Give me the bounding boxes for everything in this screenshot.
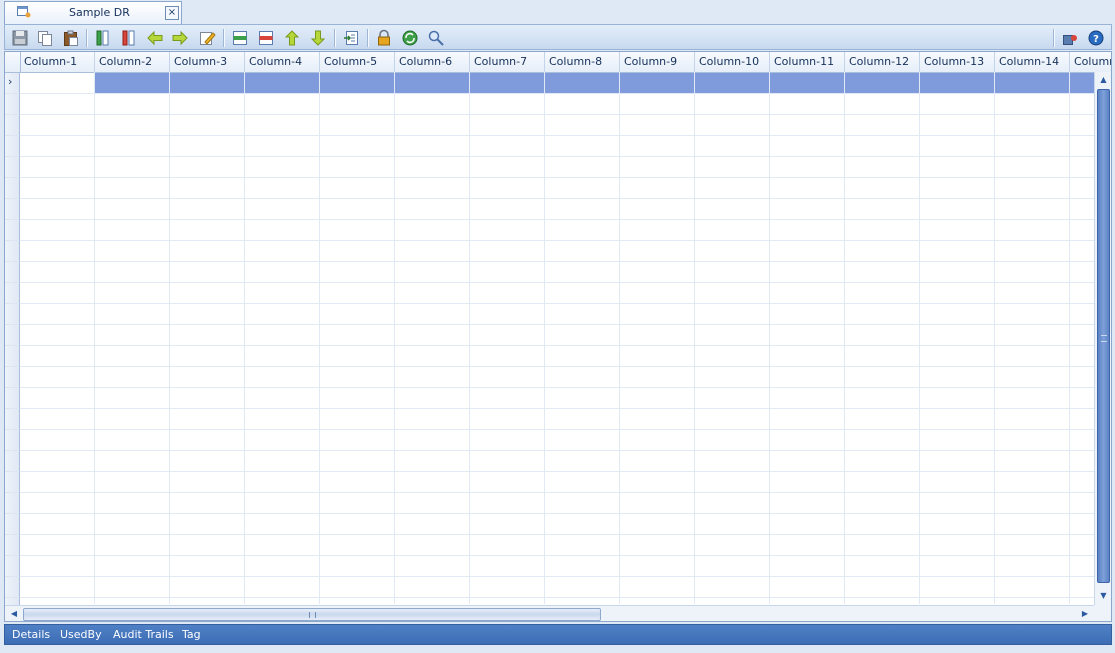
row-indicator[interactable] [5, 178, 20, 199]
bottom-tab[interactable]: Audit Trails [113, 628, 174, 641]
move-left-icon[interactable] [146, 29, 164, 47]
column-header[interactable]: Column-14 [995, 52, 1070, 72]
horizontal-scroll-thumb[interactable] [23, 608, 601, 621]
scroll-down-icon[interactable]: ▼ [1097, 589, 1110, 603]
column-header[interactable]: Column-15 [1070, 52, 1111, 72]
column-header-row: Column-1 Column-2 Column-3 Column-4 Column-5… [5, 52, 1111, 73]
column-header[interactable]: Column-1 [20, 52, 95, 72]
row-indicator[interactable] [5, 577, 20, 598]
row-indicator[interactable] [5, 136, 20, 157]
bottom-tab[interactable]: Tag [182, 628, 201, 641]
edit-icon[interactable] [198, 29, 216, 47]
scroll-right-icon[interactable]: ▶ [1078, 607, 1092, 621]
scroll-corner [1094, 605, 1111, 621]
horizontal-scrollbar[interactable]: ◀ ▶ [5, 605, 1094, 621]
move-right-icon[interactable] [171, 29, 189, 47]
row-indicator[interactable] [5, 199, 20, 220]
lock-icon[interactable] [375, 29, 393, 47]
vertical-scrollbar[interactable]: ▲ ▼ [1094, 72, 1111, 605]
current-row-arrow-icon: › [8, 75, 13, 88]
help-icon[interactable]: ? [1087, 29, 1105, 47]
column-header[interactable]: Column-3 [170, 52, 245, 72]
column-header[interactable]: Column-6 [395, 52, 470, 72]
row-indicator[interactable] [5, 514, 20, 535]
svg-text:?: ? [1093, 34, 1099, 45]
delete-column-icon[interactable] [120, 29, 138, 47]
row-indicator[interactable] [5, 346, 20, 367]
row-indicator[interactable] [5, 220, 20, 241]
row-indicator[interactable] [5, 556, 20, 577]
copy-icon[interactable] [36, 29, 54, 47]
row-indicator[interactable] [5, 388, 20, 409]
save-icon[interactable] [11, 29, 29, 47]
row-indicator[interactable] [5, 325, 20, 346]
row-indicator[interactable] [5, 115, 20, 136]
move-up-icon[interactable] [283, 29, 301, 47]
row-indicator[interactable] [5, 493, 20, 514]
column-header[interactable]: Column-12 [845, 52, 920, 72]
vertical-scroll-thumb[interactable] [1097, 89, 1110, 583]
bottom-tab-bar: Details UsedBy Audit Trails Tag [4, 624, 1112, 645]
import-icon[interactable] [342, 29, 360, 47]
column-header[interactable]: Column-8 [545, 52, 620, 72]
row-indicator[interactable] [5, 472, 20, 493]
row-indicator[interactable] [5, 367, 20, 388]
row-indicator[interactable] [5, 409, 20, 430]
bottom-tab[interactable]: Details [12, 628, 50, 641]
scroll-up-icon[interactable]: ▲ [1097, 73, 1110, 87]
row-indicator[interactable] [5, 535, 20, 556]
paste-icon[interactable] [62, 29, 80, 47]
export-icon[interactable] [1061, 29, 1079, 47]
row-indicator[interactable] [5, 283, 20, 304]
row-indicator[interactable]: › [5, 73, 20, 94]
selected-row[interactable] [95, 73, 1095, 93]
toolbar: ? [4, 24, 1112, 50]
column-header[interactable]: Column-13 [920, 52, 995, 72]
refresh-icon[interactable] [401, 29, 419, 47]
row-indicator[interactable] [5, 262, 20, 283]
document-tab[interactable]: Sample DR × [4, 1, 182, 24]
row-indicator[interactable] [5, 451, 20, 472]
row-indicator[interactable] [5, 304, 20, 325]
close-icon[interactable]: × [165, 6, 179, 20]
column-header[interactable]: Column-9 [620, 52, 695, 72]
row-indicator[interactable] [5, 94, 20, 115]
move-down-icon[interactable] [309, 29, 327, 47]
row-indicator[interactable] [5, 241, 20, 262]
document-tab-strip: Sample DR × [0, 0, 1115, 24]
column-header[interactable]: Column-10 [695, 52, 770, 72]
column-header[interactable]: Column-4 [245, 52, 320, 72]
document-tab-title: Sample DR [69, 6, 130, 19]
column-header[interactable]: Column-7 [470, 52, 545, 72]
data-grid[interactable]: Column-1 Column-2 Column-3 Column-4 Column-5… [4, 51, 1112, 622]
row-indicator[interactable] [5, 157, 20, 178]
delete-row-icon[interactable] [257, 29, 275, 47]
column-header[interactable]: Column-2 [95, 52, 170, 72]
search-icon[interactable] [427, 29, 445, 47]
active-cell[interactable] [20, 73, 95, 93]
column-header[interactable]: Column-11 [770, 52, 845, 72]
bottom-tab[interactable]: UsedBy [60, 628, 102, 641]
scroll-left-icon[interactable]: ◀ [7, 607, 21, 621]
row-indicator[interactable] [5, 430, 20, 451]
header-corner [5, 52, 21, 72]
document-icon [17, 6, 31, 18]
column-header[interactable]: Column-5 [320, 52, 395, 72]
insert-row-icon[interactable] [231, 29, 249, 47]
insert-column-icon[interactable] [94, 29, 112, 47]
